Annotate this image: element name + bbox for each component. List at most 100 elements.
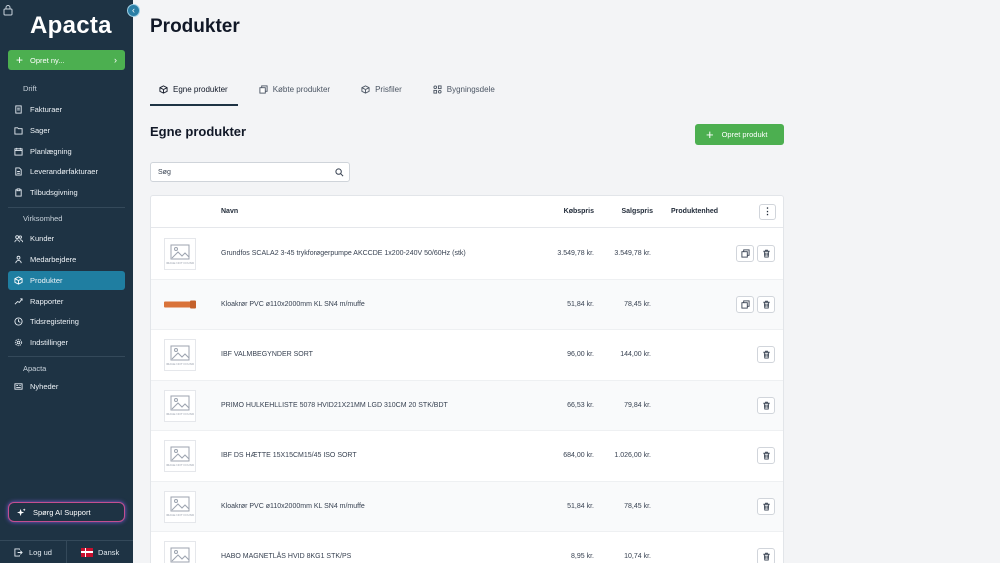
sale-price: 1.026,00 kr. xyxy=(614,452,651,459)
tab-label: Købte produkter xyxy=(272,84,331,94)
product-name[interactable]: Kloakrør PVC ø110x2000mm KL SN4 m/muffe xyxy=(221,503,365,510)
search-icon xyxy=(335,168,344,177)
table-row[interactable]: IMAGE NOT FOUND IBF DS HÆTTE 15X15CM15/45… xyxy=(151,431,783,482)
trash-icon xyxy=(762,401,770,410)
sidebar-item-fakturaer[interactable]: Fakturaer xyxy=(8,100,125,119)
sale-price: 10,74 kr. xyxy=(624,553,651,560)
trash-icon xyxy=(762,300,770,309)
users-icon xyxy=(14,235,23,243)
sidebar-divider xyxy=(8,207,125,208)
sidebar-item-label: Tilbudsgivning xyxy=(30,188,78,197)
sidebar-item-label: Tidsregistering xyxy=(30,317,79,326)
delete-button[interactable] xyxy=(757,295,775,313)
danish-flag-icon xyxy=(81,547,93,557)
cube-icon xyxy=(159,84,168,94)
delete-button[interactable] xyxy=(757,548,775,563)
sale-price: 79,84 kr. xyxy=(624,401,651,409)
duplicate-button[interactable] xyxy=(736,245,754,262)
cube-outline-icon xyxy=(361,84,370,94)
image-placeholder: IMAGE NOT FOUND xyxy=(164,238,196,270)
plus-icon: + xyxy=(706,127,714,142)
logout-button[interactable]: Log ud xyxy=(0,541,67,563)
duplicate-button[interactable] xyxy=(736,295,754,313)
product-name[interactable]: IBF VALMBEGYNDER SORT xyxy=(221,351,313,358)
image-icon xyxy=(170,547,190,562)
column-header-name[interactable]: Navn xyxy=(221,208,238,215)
section-label-drift: Drift xyxy=(23,84,37,93)
tab-kobte-produkter[interactable]: Købte produkter xyxy=(250,80,339,98)
delete-button[interactable] xyxy=(757,497,775,515)
delete-button[interactable] xyxy=(757,346,775,363)
ai-support-button[interactable]: Spørg AI Support xyxy=(8,502,125,522)
tab-prisfiler[interactable]: Prisfiler xyxy=(352,80,411,98)
image-placeholder: IMAGE NOT FOUND xyxy=(164,490,196,523)
product-name[interactable]: Grundfos SCALA2 3-45 trykforøgerpumpe AK… xyxy=(221,250,466,257)
sidebar-item-planlægning[interactable]: Planlægning xyxy=(8,142,125,161)
tab-bygningsdele[interactable]: Bygningsdele xyxy=(424,80,504,98)
table-row[interactable]: IMAGE NOT FOUND HABO MAGNETLÅS HVID 8KG1 … xyxy=(151,532,783,563)
sidebar-item-tilbudsgivning[interactable]: Tilbudsgivning xyxy=(8,183,125,202)
delete-button[interactable] xyxy=(757,245,775,262)
language-label: Dansk xyxy=(98,547,120,557)
trash-icon xyxy=(762,502,770,511)
delete-button[interactable] xyxy=(757,396,775,414)
purchase-price: 8,95 kr. xyxy=(571,553,594,560)
sidebar-item-leverandørfakturaer[interactable]: Leverandørfakturaer xyxy=(8,162,125,181)
news-icon xyxy=(14,383,23,390)
table-row[interactable]: IMAGE NOT FOUND Grundfos SCALA2 3-45 tryk… xyxy=(151,229,783,280)
column-header-unit[interactable]: Produktenhed xyxy=(671,208,718,215)
sidebar-item-tidsregistering[interactable]: Tidsregistering xyxy=(8,312,125,331)
sidebar-item-sager[interactable]: Sager xyxy=(8,121,125,140)
image-not-found-label: IMAGE NOT FOUND xyxy=(165,462,195,467)
sidebar-item-medarbejdere[interactable]: Medarbejdere xyxy=(8,250,125,269)
purchase-price: 96,00 kr. xyxy=(567,351,594,358)
collapse-sidebar-button[interactable]: ‹ xyxy=(127,4,140,17)
copy-icon xyxy=(740,249,750,258)
create-product-label: Opret produkt xyxy=(721,130,768,139)
column-header-sale-price[interactable]: Salgspris xyxy=(621,208,653,215)
trash-icon xyxy=(762,552,770,561)
sidebar-item-label: Sager xyxy=(30,126,51,135)
image-placeholder: IMAGE NOT FOUND xyxy=(164,389,196,422)
table-row[interactable]: IMAGE NOT FOUND IBF VALMBEGYNDER SORT 96,0… xyxy=(151,330,783,381)
sidebar-item-indstillinger[interactable]: Indstillinger xyxy=(8,333,125,352)
table-row[interactable]: IMAGE NOT FOUND PRIMO HULKEHLLISTE 5078 H… xyxy=(151,380,783,431)
tab-label: Prisfiler xyxy=(375,84,402,94)
sidebar-item-nyheder[interactable]: Nyheder xyxy=(8,377,125,396)
product-name[interactable]: IBF DS HÆTTE 15X15CM15/45 ISO SORT xyxy=(221,452,357,459)
sidebar-divider xyxy=(8,356,125,357)
trash-icon xyxy=(762,249,770,258)
image-not-found-label: IMAGE NOT FOUND xyxy=(165,260,195,265)
grid-icon xyxy=(433,84,442,94)
sidebar-item-label: Fakturaer xyxy=(30,105,63,114)
sidebar-item-kunder[interactable]: Kunder xyxy=(8,229,125,248)
clipboard-icon xyxy=(15,188,22,197)
sidebar-item-label: Nyheder xyxy=(30,382,59,391)
lock-icon xyxy=(3,5,13,16)
purchase-price: 3.549,78 kr. xyxy=(557,250,594,257)
table-row[interactable]: Kloakrør PVC ø110x2000mm KL SN4 m/muffe 5… xyxy=(151,279,783,330)
sale-price: 3.549,78 kr. xyxy=(614,250,651,257)
purchase-price: 51,84 kr. xyxy=(567,502,594,510)
tab-egne-produkter[interactable]: Egne produkter xyxy=(150,80,237,98)
language-selector[interactable]: Dansk xyxy=(67,541,133,563)
image-icon xyxy=(170,496,190,512)
image-not-found-label: IMAGE NOT FOUND xyxy=(165,412,195,416)
image-icon xyxy=(170,395,190,411)
product-name[interactable]: Kloakrør PVC ø110x2000mm KL SN4 m/muffe xyxy=(221,301,365,308)
product-name[interactable]: HABO MAGNETLÅS HVID 8KG1 STK/PS xyxy=(221,553,351,560)
create-new-button[interactable]: + Opret ny... › xyxy=(8,50,125,70)
sale-price: 78,45 kr. xyxy=(624,502,651,510)
image-not-found-label: IMAGE NOT FOUND xyxy=(165,361,195,366)
table-row[interactable]: IMAGE NOT FOUND Kloakrør PVC ø110x2000mm … xyxy=(151,481,783,532)
create-product-button[interactable]: + Opret produkt xyxy=(695,124,784,145)
search-input[interactable]: Søg xyxy=(150,162,350,182)
sidebar-item-rapporter[interactable]: Rapporter xyxy=(8,292,125,311)
purchase-price: 684,00 kr. xyxy=(563,452,594,459)
delete-button[interactable] xyxy=(757,447,775,464)
product-name[interactable]: PRIMO HULKEHLLISTE 5078 HVID21X21MM LGD … xyxy=(221,402,448,409)
column-header-purchase-price[interactable]: Købspris xyxy=(564,208,594,215)
sidebar-item-produkter[interactable]: Produkter xyxy=(8,271,125,290)
more-options-button[interactable]: ⋮ xyxy=(759,204,776,220)
plus-icon: + xyxy=(16,53,24,67)
